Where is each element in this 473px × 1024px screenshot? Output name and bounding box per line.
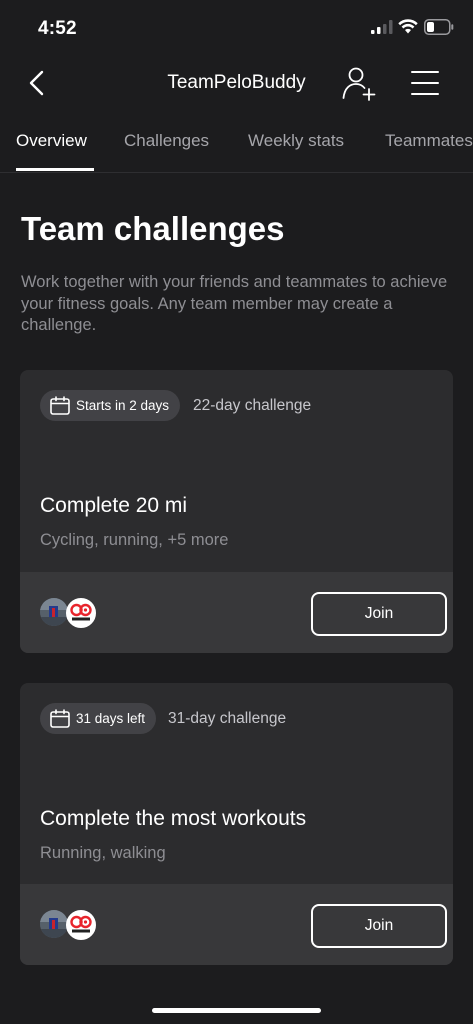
battery-icon [424,19,454,35]
team-name-title: TeamPeloBuddy [167,72,306,93]
status-bar: 4:52 [0,0,473,56]
challenge-activities: Running, walking [40,844,166,862]
hamburger-menu-icon[interactable] [410,68,440,98]
challenge-duration: 31-day challenge [168,710,287,727]
navigation-bar: TeamPeloBuddy [0,56,473,112]
join-button[interactable]: Join [311,592,447,636]
join-button[interactable]: Join [311,904,447,948]
challenge-title: Complete the most workouts [40,807,307,830]
tab-overview[interactable]: Overview [16,131,87,151]
calendar-icon [50,396,70,415]
participant-avatars [40,910,100,940]
active-tab-indicator [16,168,94,171]
team-logo-avatar [66,598,96,628]
section-description: Work together with your friends and team… [21,273,448,334]
avatar [40,598,68,626]
home-indicator[interactable] [152,1008,321,1013]
challenge-status-text: Starts in 2 days [76,398,170,413]
calendar-icon [50,709,70,728]
challenge-duration: 22-day challenge [193,397,312,414]
challenge-card[interactable]: Starts in 2 days 22-day challenge Comple… [20,370,453,653]
challenge-activities: Cycling, running, +5 more [40,531,229,549]
section-title: Team challenges [21,210,285,247]
add-person-icon[interactable] [340,64,378,102]
challenge-status-badge: 31 days left [40,703,157,734]
status-time: 4:52 [38,18,77,39]
challenge-title: Complete 20 mi [40,494,188,517]
challenge-card-footer: Join [20,572,453,653]
tab-bar: Overview Challenges Weekly stats Teammat… [0,118,473,173]
participant-avatars [40,598,100,628]
challenge-card-footer: Join [20,884,453,965]
tab-challenges[interactable]: Challenges [124,131,209,151]
tab-weekly-stats[interactable]: Weekly stats [248,131,344,151]
challenge-status-text: 31 days left [76,711,146,726]
challenge-status-badge: Starts in 2 days [40,390,181,421]
tab-teammates[interactable]: Teammates [385,131,473,151]
challenge-card[interactable]: 31 days left 31-day challenge Complete t… [20,683,453,965]
wifi-icon [398,19,418,34]
avatar [40,910,68,938]
cellular-signal-icon [371,20,393,34]
team-logo-avatar [66,910,96,940]
